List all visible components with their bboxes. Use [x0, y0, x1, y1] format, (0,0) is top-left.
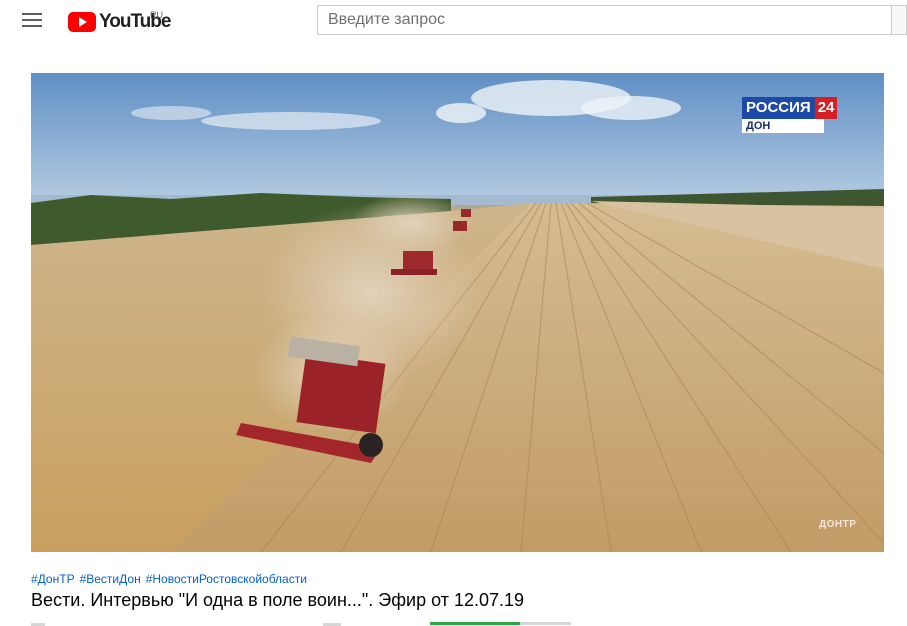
hashtag-list: #ДонТР #ВестиДон #НовостиРостовскойоблас…	[31, 572, 307, 586]
video-player[interactable]: РОССИЯ 24 ДОН ДОНТР	[31, 73, 884, 552]
badge-channel-number: 24	[814, 97, 838, 119]
like-ratio-bar	[430, 622, 520, 625]
hashtag-link[interactable]: #ДонТР	[31, 572, 75, 586]
logo-region-label: RU	[150, 10, 163, 20]
hashtag-link[interactable]: #НовостиРостовскойобласти	[146, 572, 307, 586]
channel-badge: РОССИЯ 24 ДОН	[742, 97, 852, 135]
search-box	[317, 5, 891, 35]
badge-channel-name: РОССИЯ	[742, 97, 815, 119]
video-meta-row	[31, 622, 571, 626]
video-frame	[31, 73, 884, 552]
search-input[interactable]	[318, 6, 891, 34]
badge-region: ДОН	[742, 119, 824, 133]
search-button[interactable]	[891, 5, 907, 35]
broadcaster-watermark: ДОНТР	[819, 519, 857, 530]
youtube-play-icon	[68, 12, 96, 32]
hamburger-menu-icon[interactable]	[22, 13, 42, 29]
hashtag-link[interactable]: #ВестиДон	[80, 572, 141, 586]
top-bar: YouTube RU	[0, 0, 907, 44]
video-title: Вести. Интервью "И одна в поле воин...".…	[31, 590, 525, 610]
dislike-ratio-bar	[520, 622, 571, 625]
